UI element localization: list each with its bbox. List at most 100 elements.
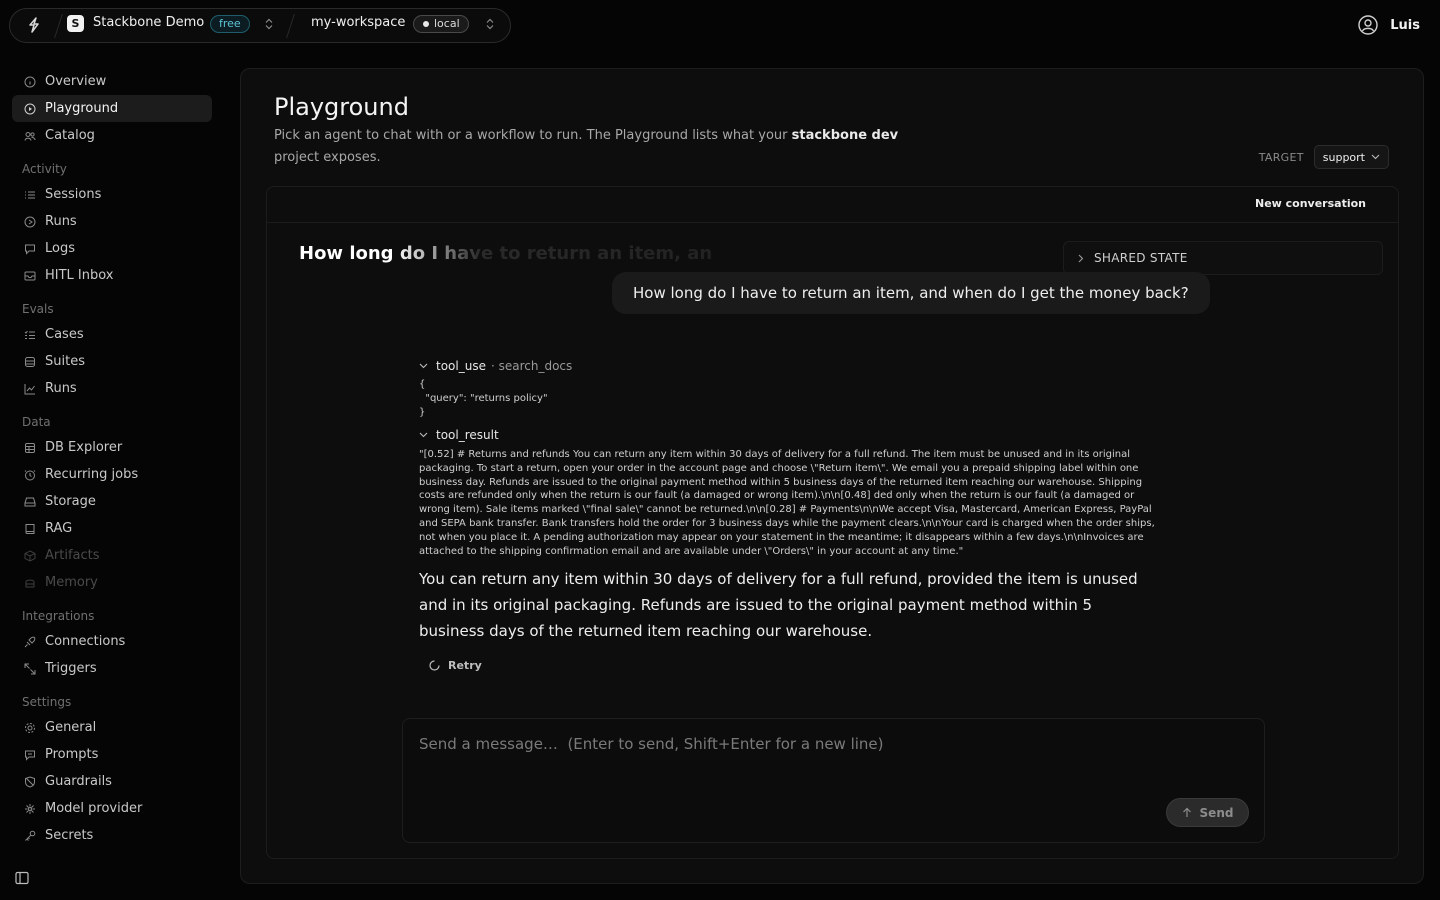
sidebar-item-overview[interactable]: Overview [12,68,212,95]
sidebar-item-rag[interactable]: RAG [12,515,212,542]
tool-name: · search_docs [490,359,573,373]
target-label: TARGET [1258,150,1304,164]
sidebar-item-cases[interactable]: Cases [12,321,212,348]
chat-header: New conversation [267,187,1398,223]
sidebar-item-guardrails[interactable]: Guardrails [12,768,212,795]
divider [54,14,63,38]
refresh-icon [428,659,441,672]
database-icon [24,442,36,454]
description-text: Pick an agent to chat with or a workflow… [274,128,792,143]
workspace-chevron-icon[interactable] [485,18,495,30]
sidebar-item-logs[interactable]: Logs [12,235,212,262]
bolt-icon [24,663,36,675]
conversation-title: How long do I have to return an item, an [299,243,713,264]
sidebar-item-hitl-inbox[interactable]: HITL Inbox [12,262,212,289]
sidebar-item-catalog[interactable]: Catalog [12,122,212,149]
sidebar-item-triggers[interactable]: Triggers [12,655,212,682]
sidebar-item-label: Secrets [45,828,94,843]
chevron-down-icon [1371,154,1380,160]
workspace-name[interactable]: my-workspace [311,15,405,30]
sidebar-item-storage[interactable]: Storage [12,488,212,515]
sidebar-item-label: Storage [45,494,96,509]
description-text-end: project exposes. [274,150,381,165]
tool-result-header[interactable]: tool_result [419,428,1159,442]
new-conversation-button[interactable]: New conversation [1255,197,1366,210]
main-panel: Playground Pick an agent to chat with or… [240,68,1424,884]
sidebar-item-artifacts: Artifacts [12,542,212,569]
sidebar-item-label: Runs [45,214,77,229]
page-description: Pick an agent to chat with or a workflow… [274,125,934,169]
play-circle-icon [24,103,36,115]
sidebar-item-secrets[interactable]: Secrets [12,822,212,849]
sidebar-item-label: Logs [45,241,75,256]
sidebar-item-label: Cases [45,327,84,342]
sidebar-item-label: Prompts [45,747,99,762]
sidebar-item-label: HITL Inbox [45,268,114,283]
tool-use-header[interactable]: tool_use · search_docs [419,359,1159,373]
shared-state-label: SHARED STATE [1094,251,1188,265]
message-icon [24,749,36,761]
clock-icon [24,469,36,481]
sidebar-toggle-icon[interactable] [15,871,29,885]
sidebar: Overview Playground Catalog Activity Ses… [12,68,212,849]
sidebar-item-connections[interactable]: Connections [12,628,212,655]
sidebar-section-integrations: Integrations [22,609,95,623]
message-input[interactable] [403,719,1264,799]
key-icon [24,830,36,842]
sidebar-item-model-provider[interactable]: Model provider [12,795,212,822]
chart-line-icon [24,383,36,395]
sidebar-item-label: DB Explorer [45,440,123,455]
project-name[interactable]: Stackbone Demo [93,15,204,30]
user-message-text: How long do I have to return an item, an… [633,284,1189,302]
project-avatar: S [67,15,84,32]
target-selector: TARGET support [1259,145,1389,169]
play-circle-icon [24,216,36,228]
sidebar-item-label: Triggers [45,661,97,676]
env-badge: local [413,15,469,33]
sidebar-item-label: Guardrails [45,774,112,789]
project-chevron-icon[interactable] [264,18,274,30]
sidebar-item-label: Connections [45,634,126,649]
retry-button[interactable]: Retry [428,659,482,672]
sidebar-item-prompts[interactable]: Prompts [12,741,212,768]
page-title: Playground [274,93,409,121]
sidebar-item-sessions[interactable]: Sessions [12,181,212,208]
sidebar-item-runs[interactable]: Runs [12,208,212,235]
retry-label: Retry [448,659,482,672]
sidebar-item-label: Playground [45,101,119,116]
plan-badge: free [210,15,250,33]
sidebar-item-memory: Memory [12,569,212,596]
sidebar-item-label: Catalog [45,128,95,143]
chevron-right-icon [1078,254,1084,263]
book-icon [24,523,36,535]
info-icon [24,76,36,88]
sidebar-item-general[interactable]: General [12,714,212,741]
inbox-icon [24,270,36,282]
send-button[interactable]: Send [1166,798,1249,827]
sidebar-item-suites[interactable]: Suites [12,348,212,375]
sidebar-item-db-explorer[interactable]: DB Explorer [12,434,212,461]
list-check-icon [24,329,36,341]
chevron-down-icon [419,363,428,369]
sidebar-section-data: Data [22,415,51,429]
cpu-icon [24,803,36,815]
stack-icon [24,356,36,368]
user-menu[interactable]: Luis [1358,15,1420,35]
chevron-down-icon [419,432,428,438]
sidebar-item-label: Suites [45,354,85,369]
sidebar-item-playground[interactable]: Playground [12,95,212,122]
sidebar-item-recurring-jobs[interactable]: Recurring jobs [12,461,212,488]
box-icon [24,549,36,562]
target-value: support [1322,150,1365,164]
message-composer: Send [402,718,1265,843]
sidebar-item-label: Memory [45,575,98,590]
tool-use-label: tool_use [436,359,486,373]
stackbone-logo-icon[interactable] [27,17,41,33]
plug-icon [24,636,36,648]
target-select[interactable]: support [1313,145,1389,169]
sidebar-item-label: Recurring jobs [45,467,139,482]
sidebar-item-eval-runs[interactable]: Runs [12,375,212,402]
sidebar-item-label: RAG [45,521,73,536]
shared-state-toggle[interactable]: SHARED STATE [1063,241,1383,275]
user-name: Luis [1390,17,1420,33]
